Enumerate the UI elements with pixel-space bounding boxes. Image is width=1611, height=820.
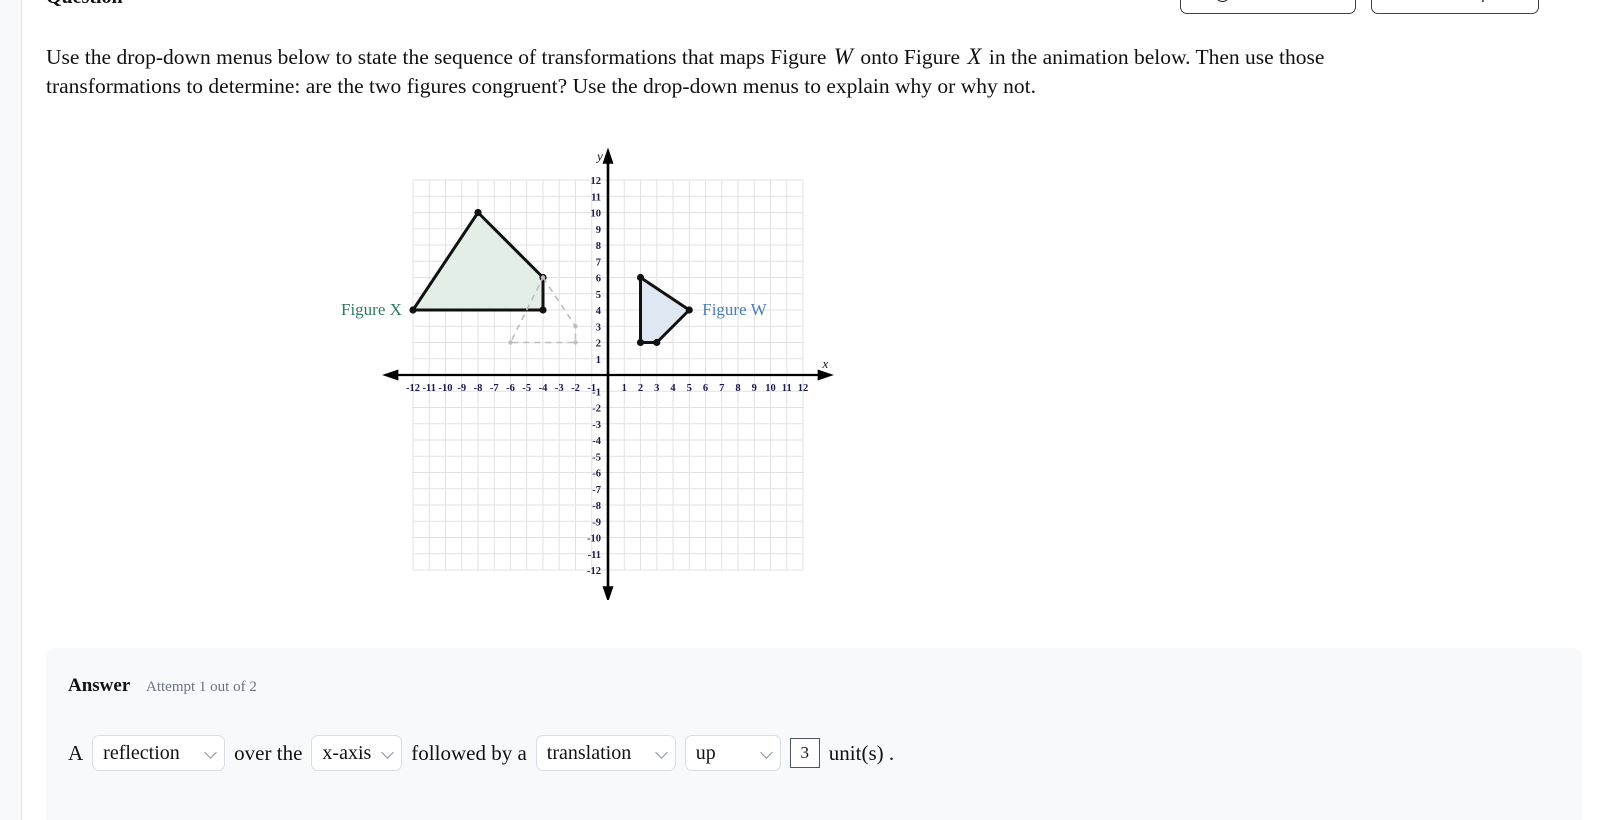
svg-text:11: 11 [782,383,792,394]
svg-text:y: y [595,149,603,164]
svg-text:10: 10 [765,383,776,394]
axis-dropdown[interactable]: x-axis [311,735,403,771]
question-prompt: Use the drop-down menus below to state t… [46,42,1436,101]
chevron-down-icon [204,746,218,759]
svg-text:Figure X: Figure X [341,300,402,319]
svg-text:11: 11 [591,192,601,203]
svg-text:-12: -12 [406,383,420,394]
svg-text:7: 7 [719,383,724,394]
svg-text:-6: -6 [592,469,601,480]
svg-text:-3: -3 [555,383,564,394]
chevron-down-icon [759,746,773,759]
figure-w-variable: W [833,44,853,69]
svg-text:-11: -11 [423,383,436,394]
svg-text:Figure W: Figure W [702,300,767,319]
svg-text:4: 4 [596,306,602,317]
transformation-type-dropdown[interactable]: reflection [92,735,226,771]
svg-text:7: 7 [596,257,601,268]
svg-text:-3: -3 [592,420,601,431]
svg-text:6: 6 [596,274,601,285]
answer-sentence-row: A reflection over the x-axis followed by… [68,735,894,771]
svg-text:-9: -9 [457,383,466,394]
answer-lead-text: A [68,740,84,765]
over-the-text: over the [234,740,303,765]
attempt-counter: Attempt 1 out of 2 [146,679,257,695]
svg-text:-9: -9 [592,517,601,528]
svg-text:4: 4 [670,383,676,394]
second-transformation-dropdown[interactable]: translation [535,735,676,771]
show-examples-button[interactable]: Show Examples [1371,0,1539,14]
second-transformation-value: translation [546,741,632,764]
svg-text:5: 5 [596,290,601,301]
page-root: Question Watch Video Show Examples Use t… [0,0,1611,820]
units-input[interactable]: 3 [789,738,820,768]
svg-text:9: 9 [596,225,601,236]
svg-text:10: 10 [591,209,602,220]
direction-value: up [695,741,716,764]
svg-text:-4: -4 [592,436,601,447]
left-rail [0,0,22,820]
svg-text:-12: -12 [587,566,601,577]
svg-text:-5: -5 [592,452,601,463]
prompt-part-1: Use the drop-down menus below to state t… [46,45,827,69]
svg-text:-6: -6 [506,383,515,394]
svg-text:-8: -8 [474,383,483,394]
svg-text:-8: -8 [592,501,601,512]
units-label: unit(s) . [828,740,895,765]
svg-text:1: 1 [622,383,627,394]
axis-value: x-axis [322,741,372,764]
svg-text:8: 8 [735,383,740,394]
svg-text:2: 2 [596,339,601,350]
transformation-type-value: reflection [103,741,180,764]
svg-text:-1: -1 [592,387,601,398]
svg-text:-7: -7 [592,485,601,496]
play-circle-icon [1214,0,1230,2]
figure-x-variable: X [967,44,982,69]
axes [382,147,834,600]
direction-dropdown[interactable]: up [684,735,781,771]
svg-text:-7: -7 [490,383,499,394]
svg-text:-10: -10 [439,383,453,394]
svg-text:-2: -2 [571,383,580,394]
svg-text:3: 3 [596,322,601,333]
answer-heading: Answer [68,675,131,696]
svg-text:-2: -2 [592,404,601,415]
graph-svg: xy-12 -11 -10 -9 -8 -7 -6 -5 -4 -3 -2 -1 1 2 3 4 5 6 7 8 9 10… [341,147,834,600]
svg-text:12: 12 [798,383,809,394]
svg-text:x: x [822,356,829,371]
svg-text:-5: -5 [522,383,531,394]
svg-text:6: 6 [703,383,708,394]
page-title: Question [46,0,123,9]
chevron-down-icon [654,746,668,759]
svg-text:9: 9 [752,383,757,394]
svg-text:3: 3 [654,383,659,394]
svg-text:-11: -11 [588,550,601,561]
watch-video-label: Watch Video [1237,0,1321,3]
svg-text:12: 12 [591,176,602,187]
followed-by-text: followed by a [411,740,527,765]
coordinate-plane-graph: x y -12 -11 -10 -9 -8 -7 -6 -5 -4 -3 -2 -1 1 2 3 4 5 6 7 8 9 10… [340,140,860,600]
svg-text:1: 1 [596,355,601,366]
svg-text:5: 5 [687,383,692,394]
chevron-down-icon [381,746,395,759]
svg-text:8: 8 [596,241,601,252]
watch-video-button[interactable]: Watch Video [1180,0,1356,14]
svg-text:-4: -4 [539,383,548,394]
answer-panel: Answer Attempt 1 out of 2 A reflection o… [46,648,1582,820]
prompt-part-2: onto Figure [860,45,961,69]
svg-text:2: 2 [638,383,643,394]
show-examples-label: Show Examples [1401,0,1509,3]
svg-text:-10: -10 [587,534,601,545]
